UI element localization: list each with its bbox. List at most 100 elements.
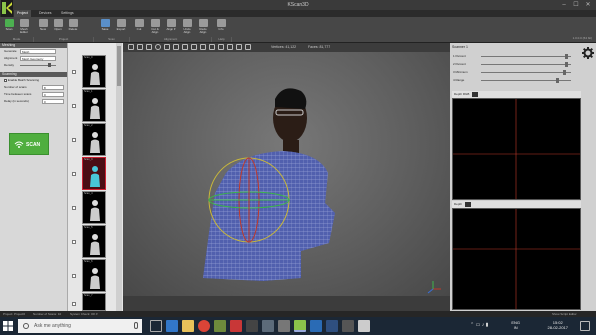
scan-button[interactable]: SCAN: [9, 133, 49, 155]
grid-toggle-icon[interactable]: [227, 44, 233, 50]
undo-align-button[interactable]: Undo Align: [180, 19, 194, 36]
app-icon-7[interactable]: [342, 320, 354, 332]
cut-label: Cut: [136, 27, 142, 31]
cut-align-button[interactable]: Cut & Align: [148, 19, 162, 36]
thumbnail-scan-3-selected[interactable]: Scan_3: [72, 157, 106, 190]
num-scans-input[interactable]: 8: [42, 85, 64, 90]
num-scans-label: Number of scans: [4, 85, 27, 89]
camera-view-icon[interactable]: [472, 91, 479, 97]
taskbar-search-box[interactable]: Ask me anything: [18, 319, 142, 333]
notifications-icon[interactable]: [580, 321, 590, 331]
slider-knob-1[interactable]: [565, 54, 568, 59]
slider-knob-3[interactable]: [563, 70, 567, 75]
thumbnail-checkbox[interactable]: [72, 70, 76, 74]
slider-track-1[interactable]: [481, 56, 571, 57]
delay-input[interactable]: 0: [42, 99, 64, 104]
scan-thumbnail-list: Scan_0 Scan_1 Scan_2 Scan_3 Scan_4 Scan_…: [67, 43, 123, 311]
thumbnail-checkbox[interactable]: [72, 138, 76, 142]
tab-devices[interactable]: Devices: [36, 10, 54, 17]
task-view-icon[interactable]: [150, 320, 162, 332]
cut-button[interactable]: Cut: [132, 19, 146, 36]
thumbnail-scan-7[interactable]: Scan_7: [72, 293, 106, 311]
batch-checkbox[interactable]: [4, 78, 7, 82]
tab-project[interactable]: Project: [14, 10, 31, 17]
edge-browser-icon[interactable]: [166, 320, 178, 332]
thumbnail-checkbox[interactable]: [72, 240, 76, 244]
density-slider-knob[interactable]: [48, 63, 51, 67]
app-icon-1[interactable]: [214, 320, 226, 332]
person-scan-icon: [90, 166, 100, 187]
export-button[interactable]: Export: [114, 19, 128, 36]
windows-start-icon[interactable]: [3, 321, 13, 331]
save-button[interactable]: Save: [98, 19, 112, 36]
batch-row: Enable Batch Scanning: [0, 77, 67, 84]
slider-track-3[interactable]: [481, 72, 571, 73]
reset-view-icon[interactable]: [191, 44, 197, 50]
minimize-button[interactable]: –: [560, 1, 568, 9]
app-icon-8[interactable]: [358, 320, 370, 332]
tab-settings[interactable]: Settings: [58, 10, 77, 17]
slider-track-2[interactable]: [481, 64, 571, 65]
fit-view-icon[interactable]: [182, 44, 188, 50]
generate-select[interactable]: Mesh: [20, 49, 56, 54]
info-button[interactable]: Info: [214, 19, 228, 36]
redo-align-button[interactable]: Redo Align: [196, 19, 210, 36]
maximize-button[interactable]: ☐: [572, 1, 580, 9]
scan-mode-button[interactable]: Scan: [2, 19, 16, 36]
app-icon-3[interactable]: [246, 320, 258, 332]
time-between-input[interactable]: 0: [42, 92, 64, 97]
thumbnail-checkbox[interactable]: [72, 206, 76, 210]
delete-button[interactable]: Delete: [66, 19, 80, 36]
thumbnail-checkbox[interactable]: [72, 172, 76, 176]
app-icon-6[interactable]: [310, 320, 322, 332]
thumbnail-scan-6[interactable]: Scan_6: [72, 259, 106, 292]
3d-viewport[interactable]: [123, 43, 450, 296]
alignment-label: Alignment: [4, 56, 18, 60]
rotate-tool-icon[interactable]: [218, 44, 224, 50]
thumbnail-scan-4[interactable]: Scan_4: [72, 191, 106, 224]
thumbnail-scrollbar[interactable]: [116, 43, 122, 311]
new-button[interactable]: New: [36, 19, 50, 36]
thumbnail-checkbox[interactable]: [72, 274, 76, 278]
mesh-editor-button[interactable]: Mesh Editor: [17, 19, 31, 36]
camera-view-icon[interactable]: [464, 201, 471, 207]
scrollbar-thumb[interactable]: [117, 46, 121, 86]
thumbnail-scan-0[interactable]: Scan_0: [72, 55, 106, 88]
kscan3d-taskbar-icon[interactable]: [294, 320, 306, 332]
alignment-select[interactable]: Mesh Geometry: [20, 56, 56, 61]
paint-tool-icon[interactable]: [146, 44, 152, 50]
thumbnail-checkbox[interactable]: [72, 104, 76, 108]
thumbnail-scan-5[interactable]: Scan_5: [72, 225, 106, 258]
gear-icon[interactable]: [582, 47, 594, 59]
tray-icons[interactable]: ⌃ ▭ ♪ ▮: [470, 322, 488, 328]
language-indicator[interactable]: ENG IN: [511, 320, 520, 330]
thumbnail-scan-2[interactable]: Scan_2: [72, 123, 106, 156]
thumbnail-checkbox[interactable]: [72, 302, 76, 306]
light-toggle-icon[interactable]: [236, 44, 242, 50]
axis-z-indicator: [427, 288, 434, 294]
thumbnail-label: Scan_4: [84, 192, 93, 195]
align-button[interactable]: Align ▾: [164, 19, 178, 36]
slider-knob-2[interactable]: [565, 62, 568, 67]
microphone-icon[interactable]: [134, 322, 138, 329]
lasso-tool-icon[interactable]: [137, 44, 143, 50]
slider-knob-4[interactable]: [556, 78, 559, 83]
app-icon-4[interactable]: [262, 320, 274, 332]
pan-tool-icon[interactable]: [164, 44, 170, 50]
photoshop-icon[interactable]: [326, 320, 338, 332]
zoom-tool-icon[interactable]: [173, 44, 179, 50]
file-explorer-icon[interactable]: [182, 320, 194, 332]
clock[interactable]: 15:02 28-02-2017: [548, 320, 568, 330]
close-button[interactable]: ✕: [584, 1, 592, 9]
thumbnail-scan-1[interactable]: Scan_1: [72, 89, 106, 122]
app-icon-5[interactable]: [278, 320, 290, 332]
transform-tool-icon[interactable]: [209, 44, 215, 50]
select-tool-icon[interactable]: [128, 44, 134, 50]
texture-toggle-icon[interactable]: [245, 44, 251, 50]
app-icon-2[interactable]: [230, 320, 242, 332]
cross-section-icon[interactable]: [200, 44, 206, 50]
title-bar: KScan3D – ☐ ✕: [0, 0, 596, 10]
open-button[interactable]: Open: [51, 19, 65, 36]
chrome-icon[interactable]: [198, 320, 210, 332]
orbit-tool-icon[interactable]: [155, 44, 161, 50]
